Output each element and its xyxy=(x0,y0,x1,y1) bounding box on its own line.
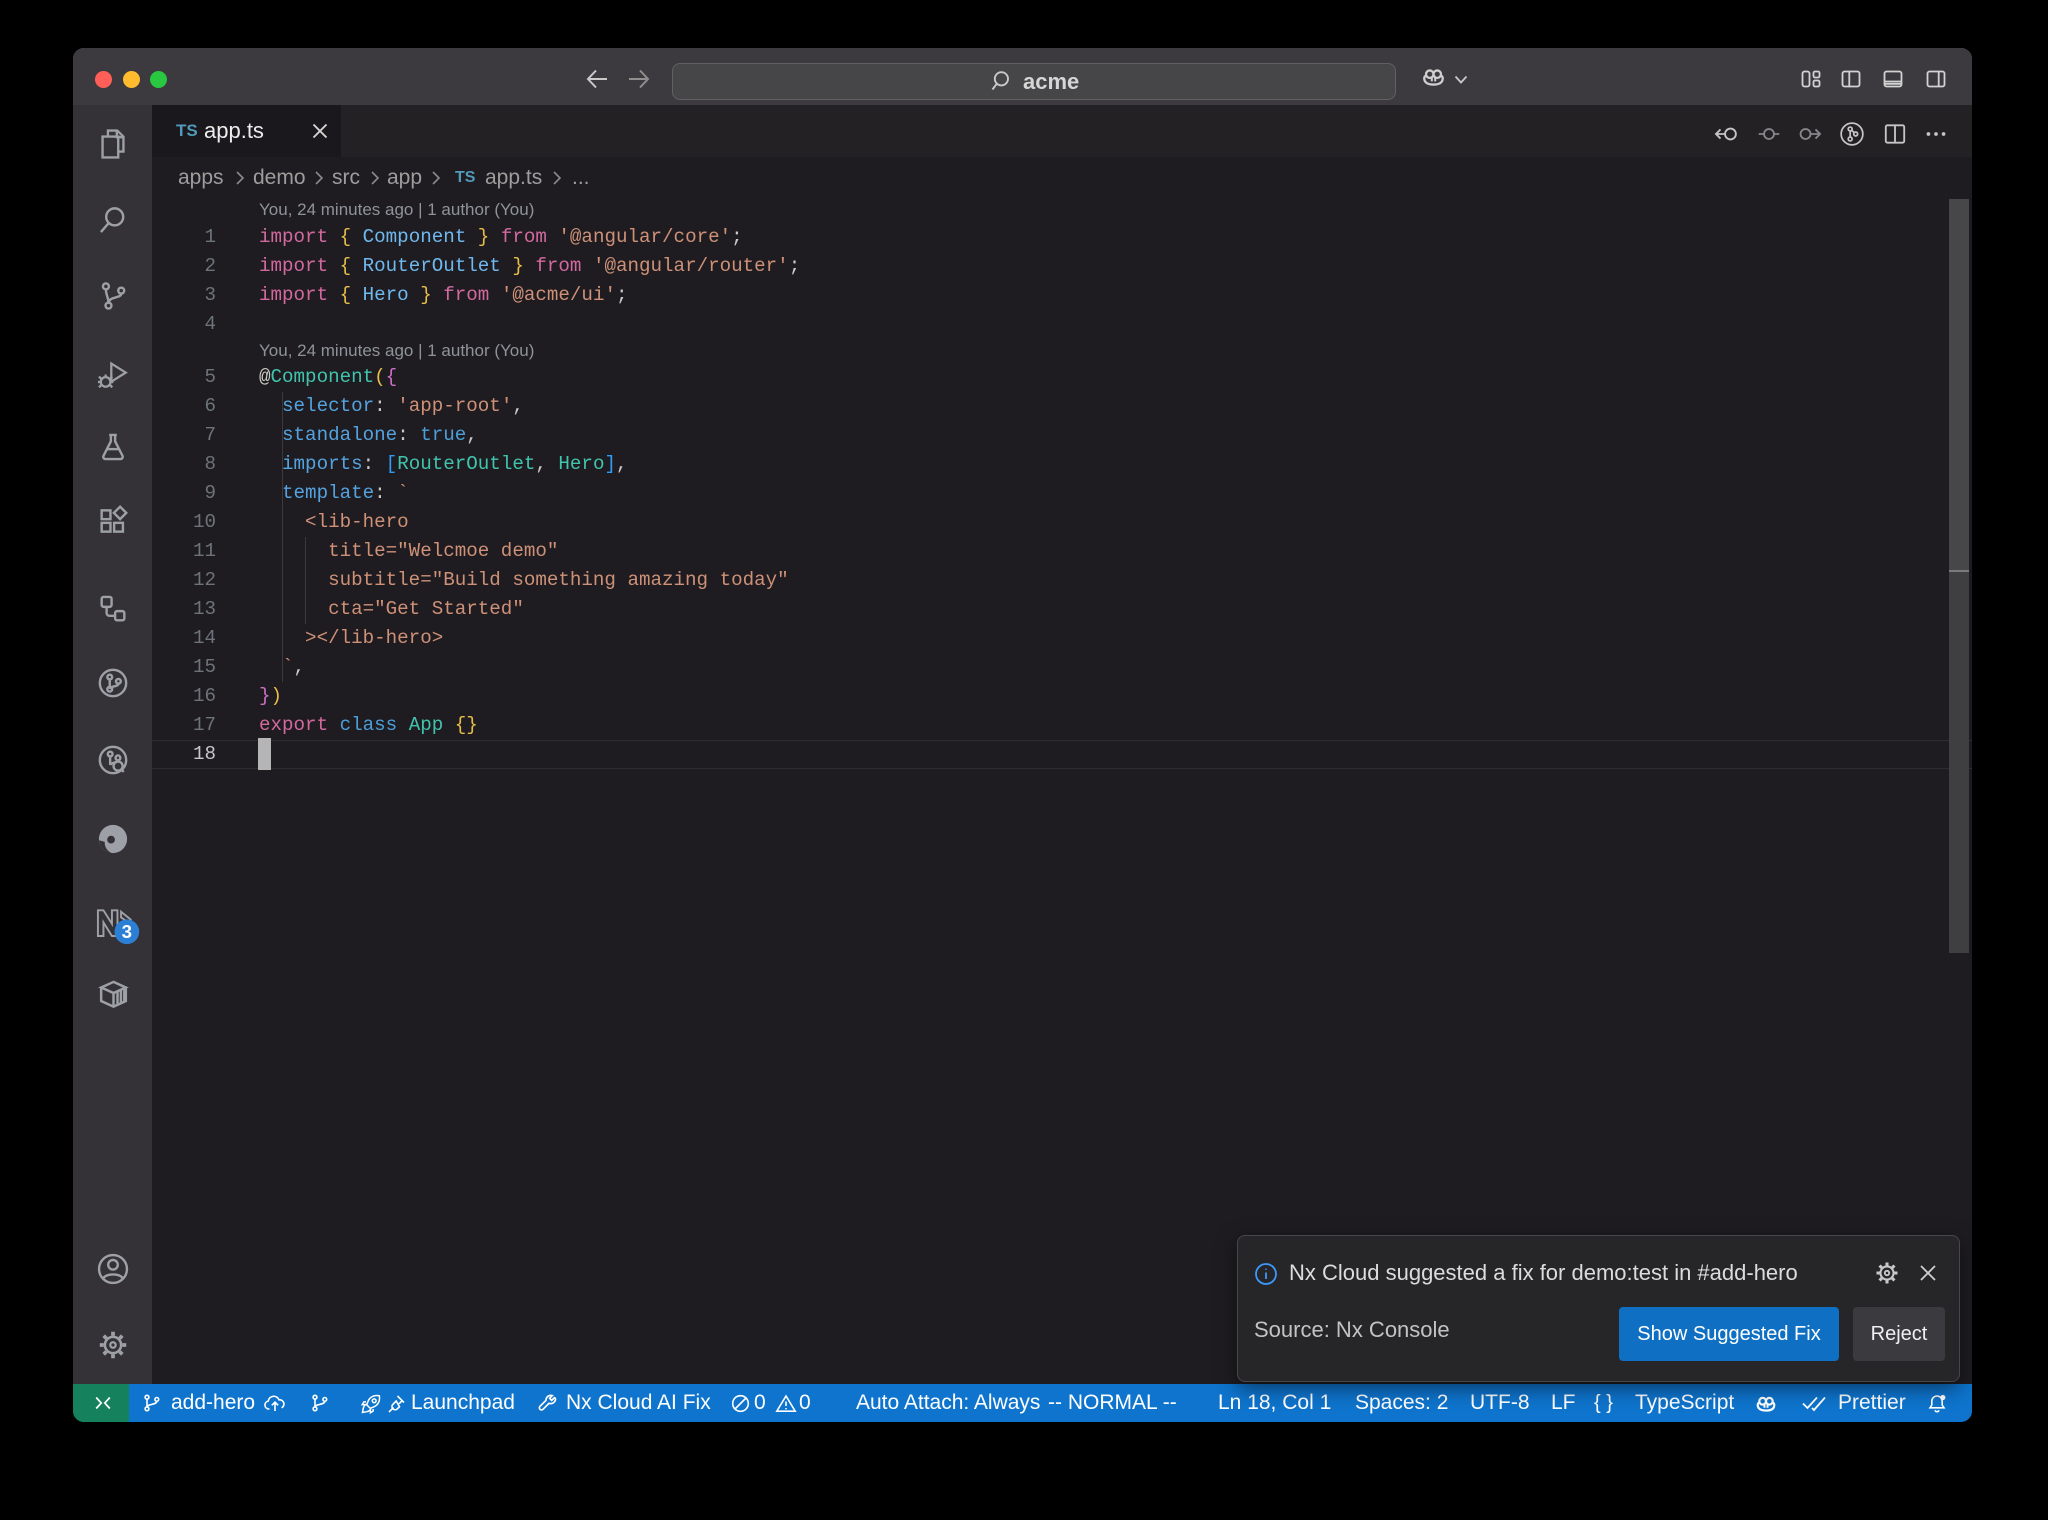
svg-text:3: 3 xyxy=(122,921,132,942)
